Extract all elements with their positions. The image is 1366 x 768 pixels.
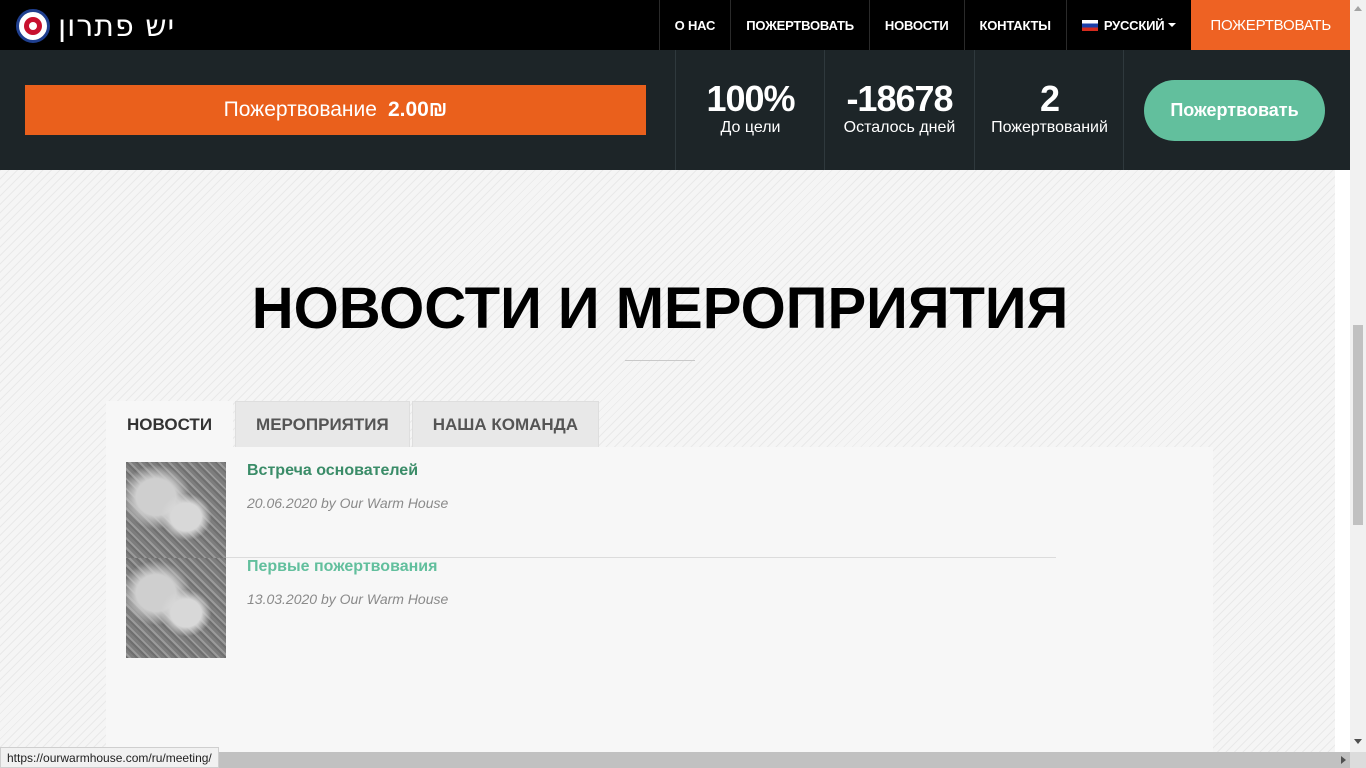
scrollbar-corner xyxy=(1350,752,1366,768)
nav-donate-cta-button[interactable]: ПОЖЕРТВОВАТЬ xyxy=(1191,0,1350,50)
site-logo[interactable]: יש פתרון xyxy=(16,8,175,44)
language-label: РУССКИЙ xyxy=(1103,17,1165,33)
stat-days-label: Осталось дней xyxy=(843,119,956,136)
progress-label: Пожертвование xyxy=(223,98,377,121)
main-nav: О НАС ПОЖЕРТВОВАТЬ НОВОСТИ КОНТАКТЫ РУСС… xyxy=(658,0,1350,50)
nav-contacts[interactable]: КОНТАКТЫ xyxy=(963,0,1066,50)
news-item: Встреча основателей 20.06.2020 by Our Wa… xyxy=(126,462,1056,562)
stat-goal-value: 100% xyxy=(706,78,795,119)
scroll-down-arrow-icon[interactable] xyxy=(1354,739,1362,744)
news-thumbnail[interactable] xyxy=(126,558,226,658)
campaign-stats-bar: Пожертвование 2.00₪ 100% До цели -18678 … xyxy=(0,50,1350,170)
stat-divider xyxy=(1123,50,1124,170)
progress-amount: 2.00₪ xyxy=(387,98,448,121)
stat-donations: 2 Пожертвований xyxy=(974,50,1124,170)
top-navbar: יש פתרון О НАС ПОЖЕРТВОВАТЬ НОВОСТИ КОНТ… xyxy=(0,0,1350,50)
chevron-down-icon xyxy=(1168,23,1177,27)
stat-donations-label: Пожертвований xyxy=(991,119,1108,136)
vertical-scroll-thumb[interactable] xyxy=(1353,325,1363,525)
tab-news[interactable]: НОВОСТИ xyxy=(106,401,234,447)
stat-goal-label: До цели xyxy=(720,119,781,136)
tab-events[interactable]: МЕРОПРИЯТИЯ xyxy=(235,401,410,447)
vertical-scrollbar[interactable] xyxy=(1350,0,1366,752)
news-title-link[interactable]: Встреча основателей xyxy=(247,462,418,480)
news-item: Первые пожертвования 13.03.2020 by Our W… xyxy=(126,558,1056,658)
news-thumbnail[interactable] xyxy=(126,462,226,562)
nav-news[interactable]: НОВОСТИ xyxy=(868,0,964,50)
logo-text: יש פתרון xyxy=(58,8,176,44)
logo-emblem-icon xyxy=(16,9,50,43)
stat-goal: 100% До цели xyxy=(675,50,825,170)
donate-button[interactable]: Пожертвовать xyxy=(1144,80,1325,141)
scroll-up-arrow-icon[interactable] xyxy=(1354,6,1362,11)
browser-status-url: https://ourwarmhouse.com/ru/meeting/ xyxy=(0,747,219,768)
donation-progress-bar: Пожертвование 2.00₪ xyxy=(25,85,646,135)
title-divider xyxy=(625,360,695,361)
section-title: НОВОСТИ И МЕРОПРИЯТИЯ xyxy=(251,276,1069,341)
news-meta: 20.06.2020 by Our Warm House xyxy=(247,495,449,511)
section-tabs: НОВОСТИ МЕРОПРИЯТИЯ НАША КОМАНДА xyxy=(106,401,601,447)
stat-days-left: -18678 Осталось дней xyxy=(824,50,974,170)
news-title-link[interactable]: Первые пожертвования xyxy=(247,558,437,576)
nav-about[interactable]: О НАС xyxy=(658,0,731,50)
news-meta: 13.03.2020 by Our Warm House xyxy=(247,591,449,607)
news-events-section: НОВОСТИ И МЕРОПРИЯТИЯ НОВОСТИ МЕРОПРИЯТИ… xyxy=(0,170,1350,752)
stat-donations-value: 2 xyxy=(1039,78,1060,119)
scroll-right-arrow-icon[interactable] xyxy=(1341,756,1346,764)
stat-days-value: -18678 xyxy=(846,78,953,119)
content-right-edge xyxy=(1335,170,1350,752)
tab-panel-news: Встреча основателей 20.06.2020 by Our Wa… xyxy=(106,447,1213,752)
tab-our-team[interactable]: НАША КОМАНДА xyxy=(411,401,600,447)
nav-donate[interactable]: ПОЖЕРТВОВАТЬ xyxy=(730,0,869,50)
language-selector[interactable]: РУССКИЙ xyxy=(1065,0,1192,50)
russian-flag-icon xyxy=(1081,19,1098,31)
